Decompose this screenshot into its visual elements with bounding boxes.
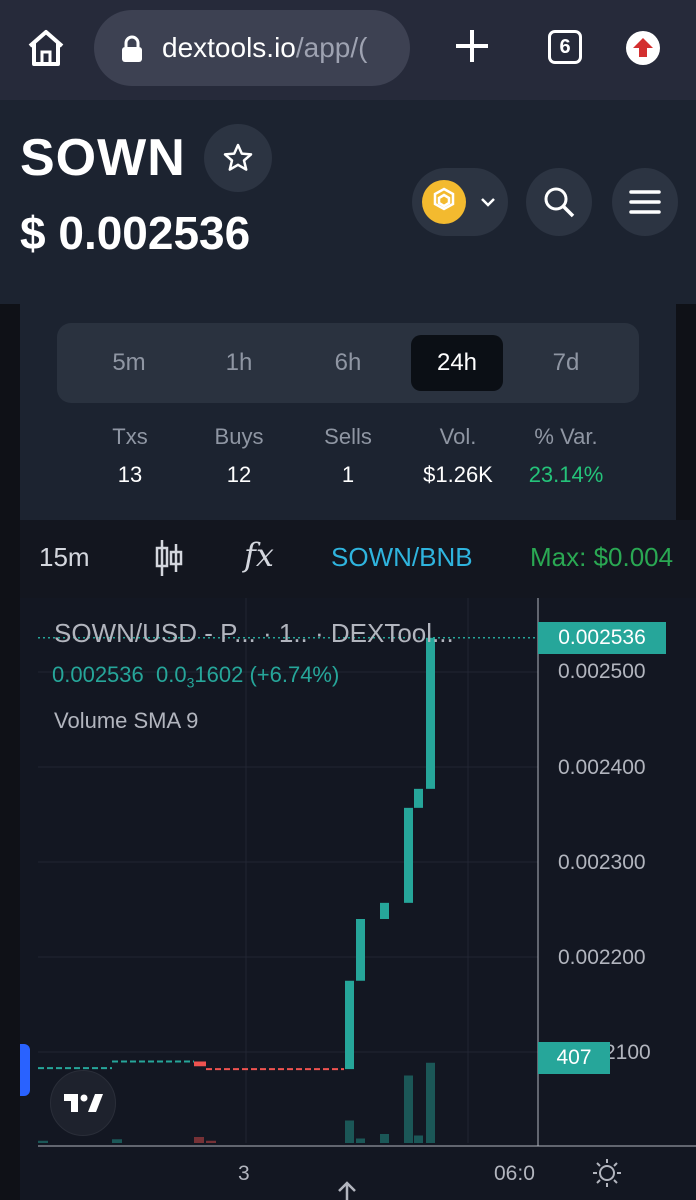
y-tick: 0.002200 (558, 946, 646, 969)
y-tick: 2100 (604, 1041, 651, 1064)
stat-label: Txs (112, 424, 148, 449)
candle (194, 1061, 206, 1067)
candlestick-icon[interactable] (154, 538, 184, 583)
home-icon[interactable] (24, 26, 68, 70)
favorite-star-icon[interactable] (204, 124, 272, 192)
bnb-chain-icon (422, 180, 466, 224)
y-tick: 0.002400 (558, 756, 646, 779)
interval-selector[interactable]: 15m (39, 542, 90, 573)
volume-bar (426, 1062, 435, 1143)
stat-label: Vol. (439, 424, 477, 449)
chain-selector[interactable] (412, 168, 508, 236)
candle (404, 807, 413, 903)
pair-selector[interactable]: SOWN/BNB (331, 542, 473, 573)
stat-volume: Vol. $1.26K (403, 424, 513, 488)
menu-icon[interactable] (612, 168, 678, 236)
chart-toolbar: 15m fx SOWN/BNB Max: $0.004 (20, 520, 696, 598)
price-chart[interactable]: SOWN/USD - P... · 1.. · DEXTool... 0.002… (20, 598, 696, 1200)
stat-value: 1 (341, 462, 355, 487)
token-price: $ 0.002536 (20, 207, 251, 259)
volume-bar (206, 1140, 216, 1143)
candle (345, 980, 354, 1070)
volume-bar (112, 1139, 122, 1143)
stat-value: 13 (117, 462, 143, 487)
stat-buys: Buys 12 (184, 424, 294, 488)
stat-label: Buys (214, 424, 264, 449)
volume-bar (345, 1120, 354, 1143)
token-header: SOWN $ 0.002536 (0, 100, 696, 304)
stat-label: Sells (324, 424, 372, 449)
tab-7d[interactable]: 7d (520, 335, 612, 391)
y-tick: 0.002300 (558, 851, 646, 874)
new-tab-icon[interactable] (452, 26, 492, 66)
chart-title: SOWN/USD - P... · 1.. · DEXTool... (54, 618, 454, 648)
ohlc-readout: 0.002536 0.031602 (+6.74%) (52, 662, 340, 691)
volume-bar (38, 1140, 48, 1143)
chart-settings-icon[interactable] (592, 1158, 622, 1193)
candle (426, 637, 435, 789)
volume-bar (404, 1075, 413, 1143)
scroll-up-icon[interactable] (336, 1180, 358, 1200)
update-icon[interactable] (626, 31, 660, 65)
url-text: dextools.io/app/( (162, 32, 368, 63)
tradingview-logo[interactable] (50, 1070, 116, 1136)
x-tick: 06:0 (494, 1162, 535, 1185)
stat-value: 12 (226, 462, 252, 487)
chevron-down-icon (478, 192, 498, 217)
address-bar[interactable]: dextools.io/app/( (94, 10, 410, 86)
candle (380, 902, 389, 919)
volume-bar (380, 1134, 389, 1143)
candle (356, 919, 365, 981)
stat-label: % Var. (534, 424, 598, 449)
indicators-icon[interactable]: fx (244, 536, 274, 574)
last-price-badge: 0.002536 (538, 622, 666, 654)
stat-sells: Sells 1 (293, 424, 403, 488)
tab-5m[interactable]: 5m (83, 335, 175, 391)
volume-bar (414, 1135, 423, 1143)
volume-bar (356, 1138, 365, 1143)
tab-count-button[interactable]: 6 (548, 30, 582, 64)
last-volume-badge: 407 (538, 1042, 610, 1074)
search-icon[interactable] (526, 168, 592, 236)
stat-value: $1.26K (423, 462, 493, 487)
token-symbol: SOWN (20, 129, 186, 187)
browser-toolbar: dextools.io/app/( 6 (0, 0, 696, 100)
x-tick: 3 (238, 1162, 250, 1185)
candle (414, 788, 423, 808)
stat-value: 23.14% (528, 462, 604, 487)
indicator-label: Volume SMA 9 (54, 708, 199, 733)
tab-1h[interactable]: 1h (193, 335, 285, 391)
side-panel-handle[interactable] (20, 1044, 30, 1096)
stat-txs: Txs 13 (75, 424, 185, 488)
y-tick: 0.002500 (558, 660, 646, 683)
stat-variation: % Var. 23.14% (511, 424, 621, 488)
stats-panel: 5m 1h 6h 24h 7d Txs 13 Buys 12 Sells 1 V… (20, 304, 676, 520)
tab-24h[interactable]: 24h (411, 335, 503, 391)
period-tabs: 5m 1h 6h 24h 7d (57, 323, 639, 403)
tab-6h[interactable]: 6h (302, 335, 394, 391)
lock-icon (120, 35, 144, 68)
volume-bar (194, 1137, 204, 1143)
max-price: Max: $0.004 (530, 542, 674, 572)
